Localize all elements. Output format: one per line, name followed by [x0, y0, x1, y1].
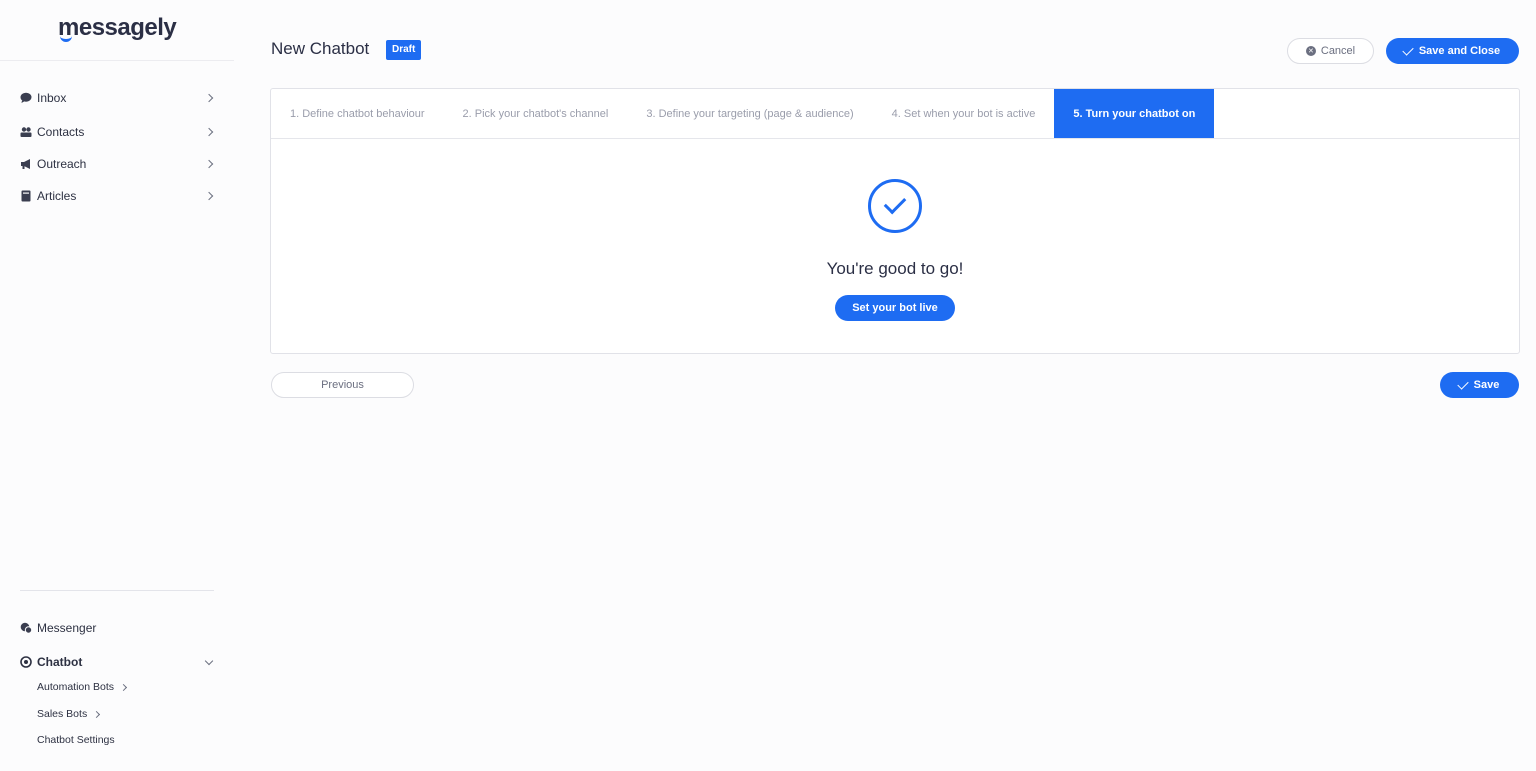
sidebar-item-label: Chatbot: [37, 655, 83, 669]
chevron-right-icon: [204, 127, 214, 137]
set-bot-live-label: Set your bot live: [852, 302, 938, 314]
close-circle-icon: ✕: [1305, 46, 1316, 56]
sidebar: messagely Inbox Contacts Outreach Articl…: [0, 0, 234, 771]
check-circle-icon: [868, 179, 922, 233]
divider: [0, 60, 234, 61]
cancel-button-label: Cancel: [1320, 45, 1356, 57]
divider: [20, 590, 214, 591]
cancel-button[interactable]: ✕ Cancel: [1287, 38, 1374, 64]
chevron-right-icon: [204, 191, 214, 201]
sidebar-subitem-label: Sales Bots: [37, 708, 88, 720]
check-icon: [1456, 377, 1469, 390]
save-and-close-button[interactable]: Save and Close: [1386, 38, 1519, 64]
sidebar-item-label: Messenger: [37, 621, 97, 635]
chevron-right-icon: [120, 683, 128, 691]
save-and-close-label: Save and Close: [1418, 45, 1501, 57]
sidebar-item-messenger[interactable]: Messenger: [20, 618, 216, 638]
contacts-icon: [20, 126, 32, 138]
save-button-label: Save: [1473, 379, 1500, 391]
page-title: New Chatbot: [271, 39, 370, 58]
success-message: You're good to go!: [826, 259, 964, 278]
sidebar-subitem-label: Automation Bots: [37, 681, 115, 693]
book-icon: [20, 190, 32, 202]
previous-button[interactable]: Previous: [271, 372, 414, 398]
chevron-down-icon: [204, 656, 214, 665]
sidebar-item-label: Outreach: [37, 157, 87, 171]
chevron-right-icon: [204, 159, 214, 169]
chevron-right-icon: [204, 93, 214, 103]
megaphone-icon: [20, 158, 32, 170]
sidebar-item-outreach[interactable]: Outreach: [20, 154, 216, 174]
step-set-active-time[interactable]: 4. Set when your bot is active: [873, 89, 1055, 138]
chevron-right-icon: [93, 710, 101, 718]
set-bot-live-button[interactable]: Set your bot live: [835, 295, 955, 321]
wizard-card: 1. Define chatbot behaviour 2. Pick your…: [270, 88, 1520, 354]
sidebar-subitem-chatbot-settings[interactable]: Chatbot Settings: [37, 734, 115, 746]
app-logo[interactable]: messagely: [58, 14, 177, 42]
sidebar-subitem-automation-bots[interactable]: Automation Bots: [37, 681, 130, 693]
messenger-icon: [20, 622, 32, 634]
step-define-behaviour[interactable]: 1. Define chatbot behaviour: [271, 89, 444, 138]
step-define-targeting[interactable]: 3. Define your targeting (page & audienc…: [627, 89, 872, 138]
sidebar-item-chatbot[interactable]: Chatbot: [20, 652, 216, 672]
sidebar-item-inbox[interactable]: Inbox: [20, 88, 216, 108]
step-turn-on[interactable]: 5. Turn your chatbot on: [1054, 89, 1215, 138]
sidebar-item-label: Inbox: [37, 91, 67, 105]
step-pick-channel[interactable]: 2. Pick your chatbot's channel: [444, 89, 628, 138]
previous-button-label: Previous: [321, 379, 364, 391]
sidebar-item-contacts[interactable]: Contacts: [20, 122, 216, 142]
chat-bubble-icon: [20, 92, 32, 104]
wizard-steps: 1. Define chatbot behaviour 2. Pick your…: [271, 89, 1519, 139]
chatbot-icon: [20, 656, 32, 668]
sidebar-subitem-label: Chatbot Settings: [37, 734, 115, 746]
sidebar-item-label: Contacts: [37, 125, 85, 139]
sidebar-subitem-sales-bots[interactable]: Sales Bots: [37, 708, 103, 720]
status-badge: Draft: [386, 40, 422, 60]
sidebar-item-articles[interactable]: Articles: [20, 186, 216, 206]
save-button[interactable]: Save: [1440, 372, 1519, 398]
check-icon: [1402, 43, 1414, 56]
sidebar-item-label: Articles: [37, 189, 77, 203]
